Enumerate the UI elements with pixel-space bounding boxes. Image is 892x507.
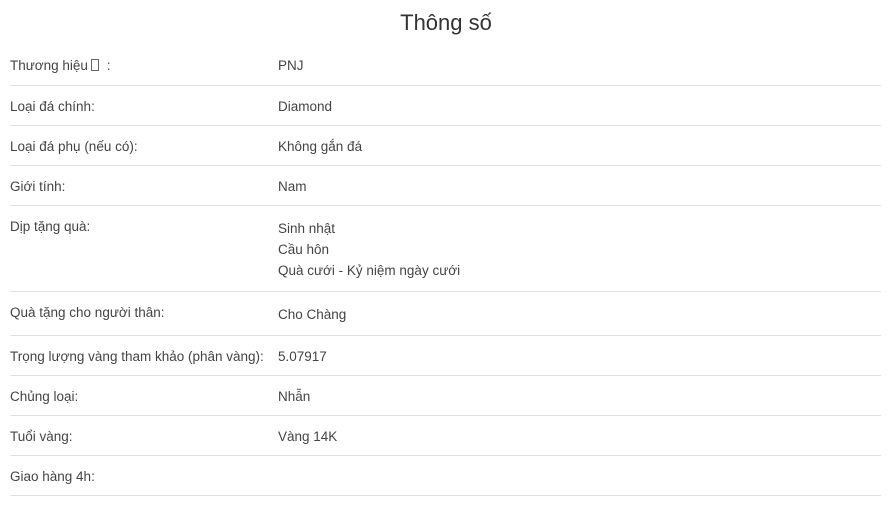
spec-label-gold-purity: Tuổi vàng: <box>10 429 73 444</box>
occasion-value-line: Quà cưới - Kỷ niệm ngày cưới <box>278 263 461 278</box>
spec-panel: Thông số Thương hiệu : PNJ Loại đá chính… <box>0 0 892 507</box>
spec-label-category: Chủng loại: <box>10 389 79 404</box>
spec-label-main-stone: Loại đá chính: <box>10 99 95 114</box>
spec-value-gender: Nam <box>278 179 307 194</box>
spec-row-gold-purity: Tuổi vàng: Vàng 14K <box>10 416 881 456</box>
spec-row-category: Chủng loại: Nhẫn <box>10 376 881 416</box>
spec-label-side-stone: Loại đá phụ (nếu có): <box>10 139 138 154</box>
spec-row-gender: Giới tính: Nam <box>10 166 881 206</box>
spec-value-gold-purity: Vàng 14K <box>278 429 338 444</box>
spec-row-side-stone: Loại đá phụ (nếu có): Không gắn đá <box>10 126 881 166</box>
spec-value-gift-for: Cho Chàng <box>278 307 347 322</box>
spec-label-brand: Thương hiệu : <box>10 55 278 85</box>
spec-label-gift-for: Quà tặng cho người thân: <box>10 305 165 320</box>
spec-row-gold-weight: Trọng lượng vàng tham khảo (phân vàng): … <box>10 336 881 376</box>
spec-value-occasion: Sinh nhật Cầu hôn Quà cưới - Kỷ niệm ngà… <box>278 216 881 291</box>
spec-value-main-stone: Diamond <box>278 99 333 114</box>
spec-label-brand-suffix: : <box>102 58 111 73</box>
spec-label-occasion: Dịp tặng quà: <box>10 219 91 234</box>
info-icon <box>90 59 99 71</box>
spec-label-gender: Giới tính: <box>10 179 66 194</box>
spec-row-brand: Thương hiệu : PNJ <box>10 46 881 86</box>
occasion-value-line: Cầu hôn <box>278 242 330 257</box>
spec-value-delivery-4h-text <box>278 466 881 487</box>
spec-label-delivery-4h: Giao hàng 4h: <box>10 469 95 484</box>
spec-value-gold-weight: 5.07917 <box>278 349 327 364</box>
spec-table: Thương hiệu : PNJ Loại đá chính: Diamond… <box>10 46 881 496</box>
spec-label-brand-text: Thương hiệu <box>10 58 88 73</box>
spec-row-occasion: Dịp tặng quà: Sinh nhật Cầu hôn Quà cưới… <box>10 206 881 292</box>
spec-label-gold-weight: Trọng lượng vàng tham khảo (phân vàng): <box>10 349 264 364</box>
spec-title: Thông số <box>400 10 492 35</box>
occasion-value-line: Sinh nhật <box>278 221 336 236</box>
spec-value-brand: PNJ <box>278 58 304 73</box>
spec-row-gift-for: Quà tặng cho người thân: Cho Chàng <box>10 292 881 336</box>
spec-value-side-stone: Không gắn đá <box>278 139 363 154</box>
spec-value-delivery-4h <box>278 466 881 495</box>
spec-row-main-stone: Loại đá chính: Diamond <box>10 86 881 126</box>
spec-row-delivery-4h: Giao hàng 4h: <box>10 456 881 496</box>
spec-value-category: Nhẫn <box>278 389 311 404</box>
